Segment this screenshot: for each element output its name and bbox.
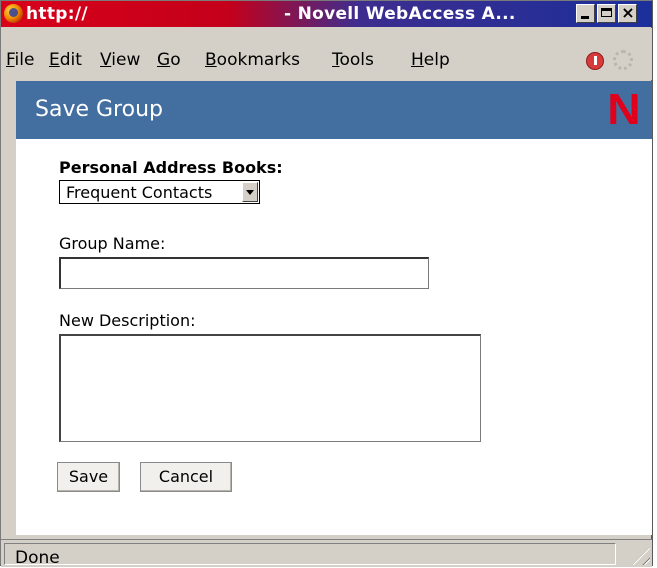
resize-grip-icon[interactable] xyxy=(632,547,650,565)
menu-bar: File Edit View Go Bookmarks Tools Help xyxy=(1,28,652,80)
page-header: Save Group N xyxy=(16,81,652,139)
menu-tools[interactable]: Tools xyxy=(332,50,374,70)
browser-window: http:// - Novell WebAccess A... × File E… xyxy=(0,0,653,568)
save-button[interactable]: Save xyxy=(57,462,120,492)
status-bar: Done xyxy=(1,539,652,568)
minimize-button[interactable] xyxy=(576,4,595,23)
window-title: - Novell WebAccess A... xyxy=(284,4,516,24)
status-panel: Done xyxy=(4,543,616,568)
menu-help[interactable]: Help xyxy=(411,50,450,70)
menu-view[interactable]: View xyxy=(100,50,140,70)
firefox-icon xyxy=(4,4,23,23)
description-label: New Description: xyxy=(59,311,196,330)
minimize-icon xyxy=(581,16,589,19)
title-bar: http:// - Novell WebAccess A... × xyxy=(1,1,652,27)
throbber-icon xyxy=(613,50,633,70)
maximize-icon xyxy=(601,8,612,17)
menu-go[interactable]: Go xyxy=(157,50,181,70)
description-textarea[interactable] xyxy=(59,334,481,442)
page-title: Save Group xyxy=(35,97,163,122)
address-books-label: Personal Address Books: xyxy=(59,158,283,177)
group-name-label: Group Name: xyxy=(59,234,166,253)
menu-file[interactable]: File xyxy=(6,50,34,70)
page-content: Save Group N Personal Address Books: Fre… xyxy=(16,81,652,535)
novell-logo: N xyxy=(607,85,641,134)
close-icon: × xyxy=(621,3,635,22)
menu-edit[interactable]: Edit xyxy=(49,50,82,70)
close-button[interactable]: × xyxy=(618,3,637,23)
menu-bookmarks[interactable]: Bookmarks xyxy=(205,50,300,70)
address-book-selected: Frequent Contacts xyxy=(66,183,213,202)
title-url: http:// xyxy=(26,4,88,24)
group-name-input[interactable] xyxy=(59,257,429,289)
dropdown-arrow-icon[interactable] xyxy=(242,182,258,202)
address-book-select[interactable]: Frequent Contacts xyxy=(59,180,260,204)
cancel-button[interactable]: Cancel xyxy=(140,462,232,492)
maximize-button[interactable] xyxy=(597,4,616,23)
stop-icon[interactable] xyxy=(586,52,604,70)
status-text: Done xyxy=(15,548,60,568)
